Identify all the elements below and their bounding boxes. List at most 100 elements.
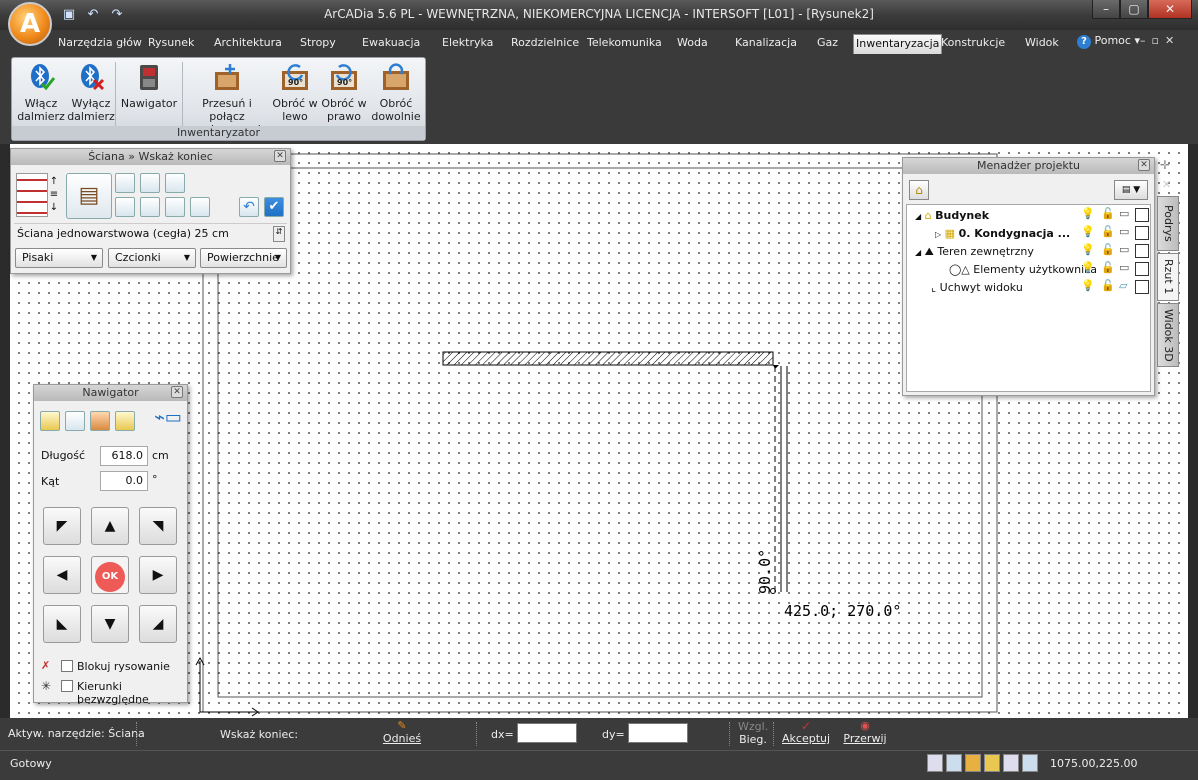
rotate-left-button[interactable]: 90° Obróć w lewo (271, 62, 319, 123)
status-ortho-icon[interactable] (1003, 754, 1019, 772)
tab-narzedzia[interactable]: Narzędzia głów (58, 34, 142, 54)
disable-rangefinder-button[interactable]: Wyłącz dalmierz (66, 62, 116, 123)
status-2d-icon[interactable] (927, 754, 943, 772)
wall-segment[interactable] (442, 351, 774, 366)
tab-kanalizacja[interactable]: Kanalizacja (735, 34, 797, 54)
snap-free-icon[interactable] (190, 197, 210, 217)
move-down-left-button[interactable]: ◣ (43, 605, 81, 643)
wall-type-select[interactable]: Ściana jednowarstwowa (cegła) 25 cm ⇵ (14, 223, 287, 243)
lightbulb-icon[interactable]: 💡 (1081, 243, 1095, 256)
status-3d-icon[interactable] (946, 754, 962, 772)
close-icon[interactable]: ✕ (171, 386, 183, 398)
fonts-dropdown[interactable]: Czcionki (108, 248, 196, 268)
tab-architektura[interactable]: Architektura (214, 34, 282, 54)
window-mode-icon[interactable] (115, 411, 135, 431)
pens-dropdown[interactable]: Pisaki (15, 248, 103, 268)
eraser-icon[interactable]: ▱ (1119, 279, 1127, 292)
printer-icon[interactable]: ▭ (1119, 261, 1129, 274)
color-swatch[interactable] (1135, 262, 1149, 276)
wall-order-arrows-icon[interactable]: ↑ ≡ ↓ (49, 175, 59, 215)
wall-mode-icon[interactable] (40, 411, 60, 431)
tab-rzut-1[interactable]: Rzut 1 (1157, 253, 1179, 301)
wall-panel-title[interactable]: Ściana » Wskaż koniec ✕ (11, 149, 290, 165)
close-icon[interactable]: ✕ (274, 150, 286, 162)
panel-close-icon[interactable]: ✕ (1162, 178, 1171, 191)
close-icon[interactable]: ✕ (1138, 159, 1150, 171)
tree-item-user-elements[interactable]: ◯△ Elementy użytkownika (949, 261, 1097, 279)
expand-icon[interactable]: ▷ (935, 230, 941, 239)
color-swatch[interactable] (1135, 244, 1149, 258)
wall-layer-icon[interactable] (16, 173, 48, 217)
navigator-button[interactable]: Nawigator (118, 62, 180, 110)
rotate-right-button[interactable]: 90° Obróć w prawo (320, 62, 368, 123)
lock-icon[interactable]: 🔓 (1101, 279, 1115, 292)
confirm-check-icon[interactable]: ✔ (264, 197, 284, 217)
app-logo[interactable]: A (8, 2, 52, 46)
dy-input[interactable] (628, 723, 688, 743)
project-manager-title[interactable]: Menadżer projektu ✕ (903, 158, 1154, 174)
snap-box-icon[interactable] (165, 173, 185, 193)
tree-item-view-handle[interactable]: ⌞ Uchwyt widoku (931, 279, 1023, 297)
rangefinder-device-icon[interactable]: ⌁▭ (152, 407, 184, 437)
move-up-right-button[interactable]: ◥ (139, 507, 177, 545)
move-down-right-button[interactable]: ◢ (139, 605, 177, 643)
wall-properties-button[interactable]: ▤ (66, 173, 112, 219)
snap-line-icon[interactable] (115, 173, 135, 193)
tab-inwentaryzacja[interactable]: Inwentaryzacja (853, 34, 943, 54)
lightbulb-icon[interactable]: 💡 (1081, 207, 1095, 220)
enable-rangefinder-button[interactable]: Włącz dalmierz (16, 62, 66, 123)
tab-konstrukcje[interactable]: Konstrukcje (941, 34, 1005, 54)
help-button[interactable]: ? Pomoc ▾ (1077, 34, 1140, 49)
navigator-title[interactable]: Nawigator ✕ (34, 385, 187, 401)
panel-pin-icon[interactable]: ✛ (1160, 158, 1170, 172)
close-button[interactable]: ✕ (1148, 0, 1192, 19)
reference-button[interactable]: ✎ Odnieś (380, 720, 424, 746)
color-swatch[interactable] (1135, 280, 1149, 294)
tab-podrys[interactable]: Podrys (1157, 196, 1179, 251)
collapse-icon[interactable]: ◢ (915, 212, 921, 221)
rotate-any-button[interactable]: Obróć dowolnie (369, 62, 423, 123)
snap-diagonal-icon[interactable] (140, 173, 160, 193)
angle-input[interactable]: 0.0 (100, 471, 148, 491)
lock-icon[interactable]: 🔓 (1101, 261, 1115, 274)
add-building-button[interactable]: ⌂ (909, 180, 929, 200)
lightbulb-icon[interactable]: 💡 (1081, 279, 1095, 292)
length-input[interactable]: 618.0 (100, 446, 148, 466)
tab-rozdzielnice[interactable]: Rozdzielnice (511, 34, 579, 54)
move-right-button[interactable]: ▶ (139, 556, 177, 594)
move-up-button[interactable]: ▲ (91, 507, 129, 545)
lock-drawing-checkbox[interactable] (61, 660, 73, 672)
tab-elektryka[interactable]: Elektryka (442, 34, 493, 54)
status-grid-icon[interactable] (984, 754, 1000, 772)
accept-button[interactable]: ✓ Akceptuj (782, 720, 830, 746)
view-filter-dropdown[interactable]: ▤ ▼ (1114, 180, 1148, 200)
tab-widok[interactable]: Widok (1025, 34, 1059, 54)
move-left-button[interactable]: ◀ (43, 556, 81, 594)
dx-input[interactable] (517, 723, 577, 743)
interrupt-button[interactable]: ◉ Przerwij (842, 720, 888, 746)
tab-telekomunikacja[interactable]: Telekomunika (587, 34, 662, 54)
undo-icon[interactable]: ↶ (239, 197, 259, 217)
move-up-left-button[interactable]: ◤ (43, 507, 81, 545)
tab-widok-3d[interactable]: Widok 3D (1157, 303, 1179, 367)
maximize-button[interactable]: ▢ (1120, 0, 1148, 19)
lock-icon[interactable]: 🔓 (1101, 207, 1115, 220)
snap-mid-icon[interactable] (140, 197, 160, 217)
status-measure-icon[interactable] (1022, 754, 1038, 772)
absolute-directions-checkbox[interactable] (61, 680, 73, 692)
move-join-rooms-button[interactable]: Przesuń i połącz pomieszczenia (184, 62, 270, 136)
tree-item-building[interactable]: ◢ ⌂ Budynek (915, 207, 989, 225)
document-window-controls[interactable]: –▫✕ (1140, 34, 1180, 47)
printer-icon[interactable]: ▭ (1119, 207, 1129, 220)
room-mode-icon[interactable] (65, 411, 85, 431)
snap-perp-icon[interactable] (165, 197, 185, 217)
tree-item-terrain[interactable]: ◢ ⛰ Teren zewnętrzny (915, 243, 1034, 261)
printer-icon[interactable]: ▭ (1119, 243, 1129, 256)
minimize-button[interactable]: – (1092, 0, 1120, 19)
lightbulb-icon[interactable]: 💡 (1081, 261, 1095, 274)
relative-toggle[interactable]: Wzgl. Bieg. (738, 720, 768, 746)
door-mode-icon[interactable] (90, 411, 110, 431)
lightbulb-icon[interactable]: 💡 (1081, 225, 1095, 238)
collapse-icon[interactable]: ◢ (915, 248, 921, 257)
tab-gaz[interactable]: Gaz (817, 34, 838, 54)
